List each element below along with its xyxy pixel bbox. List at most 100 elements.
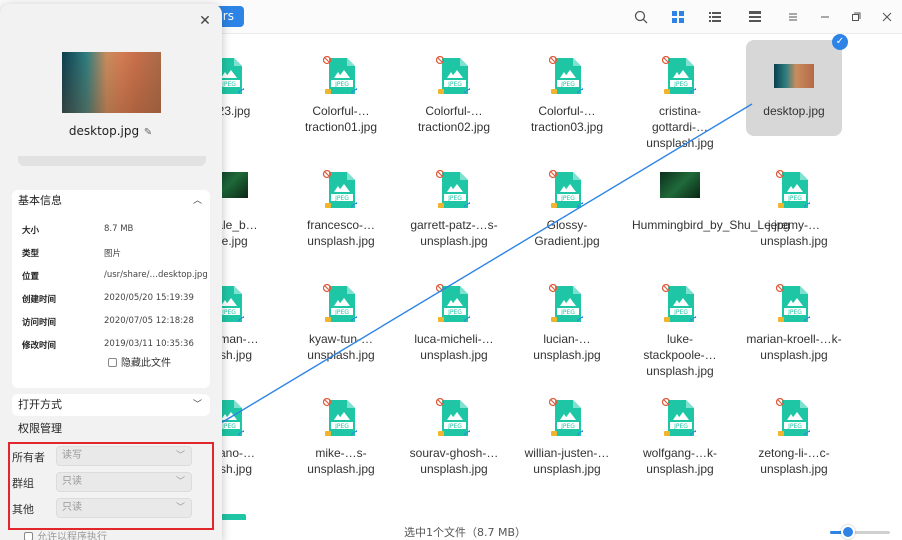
file-item[interactable]: JPEG luke-stackpoole-…unsplash.jpg bbox=[632, 268, 728, 378]
svg-text:JPEG: JPEG bbox=[560, 195, 575, 202]
file-item[interactable]: JPEG willian-justen-…unsplash.jpg bbox=[519, 382, 615, 478]
open-with-title[interactable]: 打开方式 bbox=[18, 394, 62, 416]
image-thumbnail bbox=[774, 64, 814, 88]
chevron-down-icon: ﹀ bbox=[175, 477, 185, 487]
file-item[interactable]: JPEG mike-…s-unsplash.jpg bbox=[293, 382, 389, 478]
svg-text:JPEG: JPEG bbox=[447, 81, 462, 88]
jpeg-file-icon: JPEG bbox=[322, 283, 359, 324]
file-item[interactable]: JPEG marian-kroell-…k-unsplash.jpg bbox=[746, 268, 842, 364]
file-item[interactable]: JPEG zetong-li-…c-unsplash.jpg bbox=[746, 382, 842, 478]
icon-view-icon[interactable] bbox=[667, 6, 689, 28]
svg-text:JPEG: JPEG bbox=[560, 423, 575, 430]
file-item[interactable]: JPEG kyaw-tun-…unsplash.jpg bbox=[293, 268, 389, 364]
file-name-label: luke-stackpoole-…unsplash.jpg bbox=[643, 332, 717, 378]
checkbox-icon[interactable] bbox=[108, 358, 117, 367]
basic-info-title[interactable]: 基本信息 bbox=[18, 190, 62, 212]
file-name-label: luca-micheli-…unsplash.jpg bbox=[414, 332, 494, 362]
file-item[interactable]: JPEG lucian-…unsplash.jpg bbox=[519, 268, 615, 364]
svg-text:JPEG: JPEG bbox=[447, 309, 462, 316]
file-item[interactable]: desktop.jpg ✓ bbox=[746, 34, 848, 136]
file-grid: JPEG …23.jpg JPEG Colorful-…traction01.jpg J… bbox=[180, 34, 900, 520]
file-name: desktop.jpg bbox=[68, 124, 140, 138]
jpeg-file-icon: JPEG bbox=[548, 397, 585, 438]
maximize-icon[interactable] bbox=[845, 6, 867, 28]
svg-text:JPEG: JPEG bbox=[221, 309, 236, 316]
close-window-icon[interactable] bbox=[876, 6, 898, 28]
svg-text:JPEG: JPEG bbox=[560, 309, 575, 316]
file-item[interactable]: JPEG Glossy-Gradient.jpg bbox=[519, 154, 615, 250]
basic-info-card: 基本信息 ︿ 大小 8.7 MB 类型 图片 位置/usr/share/…deskt… bbox=[12, 190, 210, 388]
jpeg-file-icon: JPEG bbox=[661, 397, 698, 438]
search-icon[interactable] bbox=[630, 6, 652, 28]
list-view-icon[interactable] bbox=[704, 6, 726, 28]
svg-text:JPEG: JPEG bbox=[447, 423, 462, 430]
file-item[interactable]: JPEG wolfgang-…k-unsplash.jpg bbox=[632, 382, 728, 478]
file-item[interactable]: JPEG jeremy-…unsplash.jpg bbox=[746, 154, 842, 250]
svg-text:JPEG: JPEG bbox=[221, 81, 236, 88]
jpeg-file-icon: JPEG bbox=[435, 283, 472, 324]
checkbox-icon[interactable] bbox=[24, 532, 33, 540]
svg-text:JPEG: JPEG bbox=[221, 423, 236, 430]
file-item[interactable]: JPEG cristina-gottardi-…unsplash.jpg bbox=[632, 40, 728, 150]
permissions-title[interactable]: 权限管理 bbox=[18, 418, 62, 440]
file-item[interactable]: Hummingbird_by_Shu_Le.jpg bbox=[632, 154, 790, 250]
chevron-up-icon[interactable]: ︿ bbox=[193, 190, 202, 212]
file-name-label: garrett-patz-…s-unsplash.jpg bbox=[410, 218, 498, 248]
file-item[interactable]: JPEG Colorful-…traction01.jpg bbox=[293, 40, 389, 136]
file-name-label: Glossy-Gradient.jpg bbox=[534, 218, 600, 248]
zoom-slider-handle[interactable] bbox=[841, 525, 855, 539]
perm-group-label: 群组 bbox=[12, 477, 34, 490]
svg-text:JPEG: JPEG bbox=[787, 309, 802, 316]
file-item[interactable]: JPEG sourav-ghosh-…unsplash.jpg bbox=[406, 382, 502, 478]
permissions-card: 权限管理 bbox=[12, 418, 210, 440]
svg-text:JPEG: JPEG bbox=[787, 423, 802, 430]
chevron-down-icon: ﹀ bbox=[175, 503, 185, 513]
properties-dialog: ✕ desktop.jpg ✎ 基本信息 ︿ 大小 8.7 MB 类型 图片 位置/u… bbox=[0, 4, 222, 540]
jpeg-file-icon: JPEG bbox=[322, 397, 359, 438]
file-name-label: cristina-gottardi-…unsplash.jpg bbox=[646, 104, 714, 150]
perm-other-label: 其他 bbox=[12, 503, 34, 516]
perm-row-other: 其他 只读 ﹀ bbox=[12, 498, 202, 518]
jpeg-file-icon: JPEG bbox=[775, 169, 812, 210]
file-name-label: kyaw-tun-…unsplash.jpg bbox=[307, 332, 375, 362]
file-name-label: Colorful-…traction01.jpg bbox=[304, 104, 378, 134]
file-name-label: francesco-…unsplash.jpg bbox=[306, 218, 376, 248]
file-name-label: zetong-li-…c-unsplash.jpg bbox=[758, 446, 830, 476]
file-preview-image bbox=[62, 52, 161, 113]
svg-text:JPEG: JPEG bbox=[673, 423, 688, 430]
file-item[interactable]: JPEG luca-micheli-…unsplash.jpg bbox=[406, 268, 502, 364]
allow-exec-checkbox[interactable]: 允许以程序执行 bbox=[24, 528, 107, 540]
hide-file-checkbox[interactable]: 隐藏此文件 bbox=[108, 354, 171, 369]
svg-text:JPEG: JPEG bbox=[673, 309, 688, 316]
file-item[interactable]: JPEG francesco-…unsplash.jpg bbox=[293, 154, 389, 250]
file-item[interactable]: JPEG garrett-patz-…s-unsplash.jpg bbox=[406, 154, 502, 250]
jpeg-file-icon: JPEG bbox=[548, 169, 585, 210]
svg-text:JPEG: JPEG bbox=[334, 309, 349, 316]
svg-text:JPEG: JPEG bbox=[673, 81, 688, 88]
chevron-down-icon: ﹀ bbox=[175, 451, 185, 461]
edit-name-icon[interactable]: ✎ bbox=[143, 127, 153, 138]
detail-panel-icon[interactable] bbox=[744, 6, 766, 28]
jpeg-file-icon: JPEG bbox=[661, 283, 698, 324]
minimize-icon[interactable] bbox=[814, 6, 836, 28]
svg-text:JPEG: JPEG bbox=[334, 195, 349, 202]
hide-file-label: 隐藏此文件 bbox=[121, 358, 171, 369]
file-item[interactable]: JPEG Colorful-…traction03.jpg bbox=[519, 40, 615, 136]
zoom-slider[interactable] bbox=[830, 525, 890, 539]
file-name-label: Colorful-…traction02.jpg bbox=[417, 104, 491, 134]
jpeg-file-icon: JPEG bbox=[322, 55, 359, 96]
perm-row-owner: 所有者 读写 ﹀ bbox=[12, 446, 202, 466]
perm-group-select[interactable]: 只读 ﹀ bbox=[56, 472, 192, 492]
chevron-down-icon[interactable]: ﹀ bbox=[193, 394, 202, 416]
close-icon[interactable]: ✕ bbox=[198, 14, 212, 28]
perm-owner-select[interactable]: 读写 ﹀ bbox=[56, 446, 192, 466]
perm-other-select[interactable]: 只读 ﹀ bbox=[56, 498, 192, 518]
file-name-label: willian-justen-…unsplash.jpg bbox=[524, 446, 610, 476]
menu-icon[interactable] bbox=[782, 6, 804, 28]
jpeg-file-icon: JPEG bbox=[548, 55, 585, 96]
open-with-card[interactable]: 打开方式 ﹀ bbox=[12, 394, 210, 416]
svg-text:JPEG: JPEG bbox=[447, 195, 462, 202]
jpeg-file-icon: JPEG bbox=[775, 283, 812, 324]
jpeg-file-icon: JPEG bbox=[661, 55, 698, 96]
file-item[interactable]: JPEG Colorful-…traction02.jpg bbox=[406, 40, 502, 136]
